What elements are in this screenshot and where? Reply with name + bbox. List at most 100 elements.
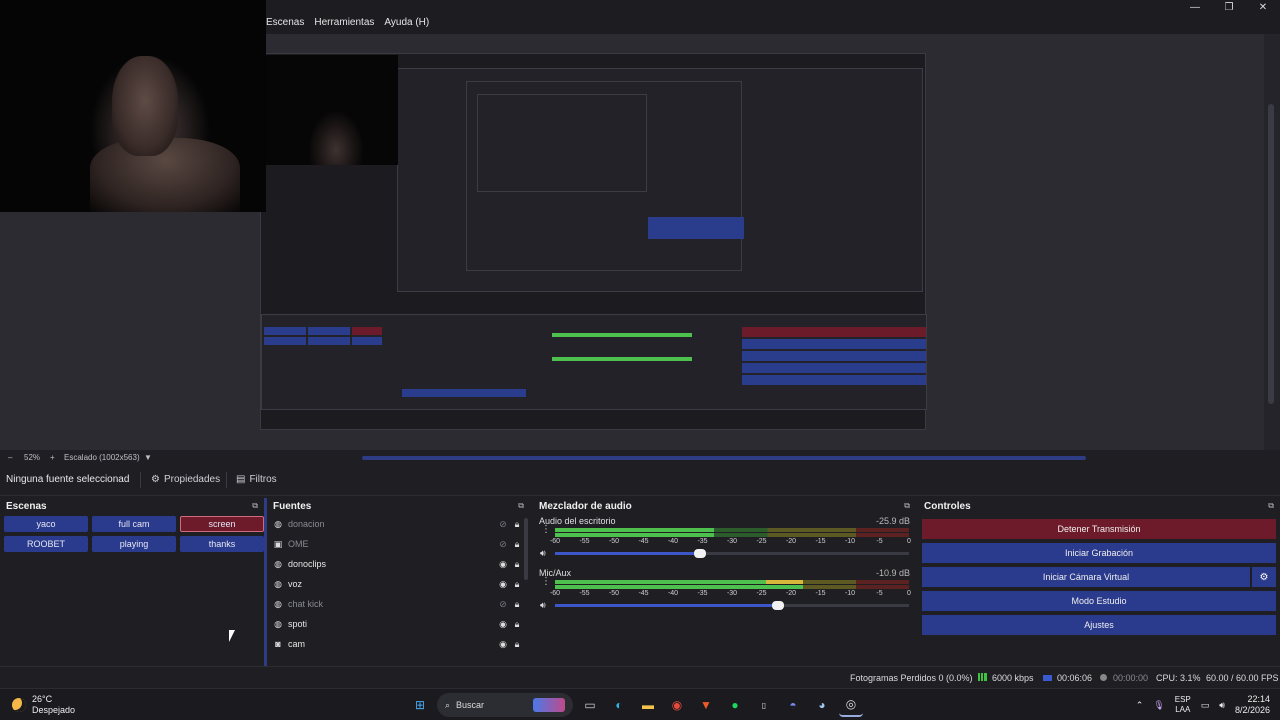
volume-icon[interactable]: 🔊︎ [1219,700,1225,711]
lock-icon[interactable]: 🔒︎ [510,539,524,550]
speaker-icon[interactable]: 🔊︎ [540,600,546,611]
sources-dock: Fuentes ⧉ ◍ donacion ⊘ 🔒︎ ▣ OME ⊘ 🔒︎ ◍ d… [267,498,530,666]
scrollbar-thumb[interactable] [1268,104,1274,404]
eye-hidden-icon[interactable]: ⊘ [496,539,510,550]
source-row[interactable]: ◍ spoti ◉ 🔒︎ [267,614,530,634]
source-row[interactable]: ◍ donoclips ◉ 🔒︎ [267,554,530,574]
lock-icon[interactable]: 🔒︎ [510,559,524,570]
edge-icon[interactable]: ◐ [607,693,631,717]
source-row[interactable]: ◍ chat kick ⊘ 🔒︎ [267,594,530,614]
steam-icon[interactable]: ◕ [810,693,834,717]
language-indicator[interactable]: ESP LAA [1175,695,1191,715]
preview-vertical-scrollbar[interactable] [1264,34,1280,450]
undock-icon[interactable]: ⧉ [518,501,524,511]
zoom-in-button[interactable]: + [50,453,55,462]
preview-horizontal-scrollbar[interactable] [362,456,1086,460]
start-virtual-cam-button[interactable]: Iniciar Cámara Virtual [922,567,1250,587]
taskbar-search[interactable]: ⌕ Buscar [437,693,573,717]
window-controls: — ❐ ✕ [1178,0,1280,14]
start-recording-button[interactable]: Iniciar Grabación [922,543,1276,563]
eye-hidden-icon[interactable]: ⊘ [496,599,510,610]
fps: 60.00 / 60.00 FPS [1206,673,1279,683]
properties-bar: Ninguna fuente seleccionad ⚙ Propiedades… [0,466,1280,496]
menu-escenas[interactable]: Escenas [266,17,304,28]
microphone-icon[interactable]: 🎙︎ [1153,700,1164,711]
source-row[interactable]: ◍ voz ◉ 🔒︎ [267,574,530,594]
scene-screen[interactable]: screen [180,516,264,532]
scene-thanks[interactable]: thanks [180,536,264,552]
undock-icon[interactable]: ⧉ [904,501,910,511]
close-icon[interactable]: ✕ [1246,0,1280,14]
eye-icon[interactable]: ◉ [496,639,510,650]
lock-icon[interactable]: 🔒︎ [510,579,524,590]
epic-games-icon[interactable]: ▯ [752,693,776,717]
bitrate: 6000 kbps [992,673,1034,683]
monitor-icon[interactable]: ▭ [1201,700,1210,711]
task-view-icon[interactable]: ▭ [578,693,602,717]
source-row[interactable]: ◙ cam ◉ 🔒︎ [267,634,530,654]
controls-dock: Controles ⧉ Detener Transmisión Iniciar … [918,498,1280,666]
camera-icon: ◙ [275,639,281,649]
lock-icon[interactable]: 🔒︎ [510,519,524,530]
eye-icon[interactable]: ◉ [496,579,510,590]
virtual-cam-settings-button[interactable]: ⚙ [1252,567,1276,587]
filters-label: Filtros [249,474,277,485]
maximize-icon[interactable]: ❐ [1212,0,1246,14]
lock-icon[interactable]: 🔒︎ [510,639,524,650]
scene-roobet[interactable]: ROOBET [4,536,88,552]
chrome-icon[interactable]: ◉ [665,693,689,717]
source-row[interactable]: ◍ donacion ⊘ 🔒︎ [267,514,530,534]
divider [140,472,141,488]
windows-start-icon[interactable]: ⊞ [408,693,432,717]
weather-widget[interactable]: 26°C Despejado [12,694,75,716]
chevron-up-icon[interactable]: ⌃ [1136,700,1144,711]
volume-slider[interactable] [555,601,909,610]
undock-icon[interactable]: ⧉ [252,501,258,511]
filters-button[interactable]: ▤ Filtros [236,474,277,485]
clock[interactable]: 22:14 8/2/2026 [1235,694,1270,716]
volume-slider[interactable] [555,549,909,558]
audio-meter [555,580,909,584]
lock-icon[interactable]: 🔒︎ [510,599,524,610]
chevron-down-icon[interactable]: ▼ [144,453,152,462]
scale-tick-label: 0 [907,538,911,545]
lock-icon[interactable]: 🔒︎ [510,619,524,630]
scenes-dock: Escenas ⧉ yaco full cam screen ROOBET pl… [0,498,264,666]
nested-meter-mic [552,357,692,361]
scale-tick-label: -40 [667,590,679,597]
meter-scale: -60 -55 -50 -45 -40 -35 -30 -25 -20 -15 -10 -5 0 [550,538,911,548]
settings-button[interactable]: Ajustes [922,615,1276,635]
speaker-icon[interactable]: 🔊︎ [540,548,546,559]
track-db: -10.9 dB [875,568,910,578]
file-explorer-icon[interactable]: ▬ [636,693,660,717]
scene-full-cam[interactable]: full cam [92,516,176,532]
webcam-overlay [0,0,266,212]
menu-ayuda[interactable]: Ayuda (H) [384,17,429,28]
studio-mode-button[interactable]: Modo Estudio [922,591,1276,611]
properties-button[interactable]: ⚙ Propiedades [151,474,220,485]
sources-scrollbar[interactable] [524,518,528,580]
zoom-bar: – 52% + Escalado (1002x563) ▼ [0,450,1280,466]
zoom-scale-label[interactable]: Escalado (1002x563) [64,453,140,462]
track-menu-icon[interactable]: ⋮ [541,577,551,587]
menu-herramientas[interactable]: Herramientas [314,17,374,28]
spotify-icon[interactable]: ● [723,693,747,717]
obs-icon[interactable]: ◎ [839,693,863,717]
undock-icon[interactable]: ⧉ [1268,501,1274,511]
scene-playing[interactable]: playing [92,536,176,552]
eye-icon[interactable]: ◉ [496,619,510,630]
eye-hidden-icon[interactable]: ⊘ [496,519,510,530]
track-menu-icon[interactable]: ⋮ [541,525,551,535]
scale-tick-label: -20 [785,538,797,545]
nested-scene-roobet [264,337,306,345]
discord-icon[interactable]: ◓ [781,693,805,717]
stop-stream-button[interactable]: Detener Transmisión [922,519,1276,539]
zoom-out-button[interactable]: – [8,453,12,462]
source-row[interactable]: ▣ OME ⊘ 🔒︎ [267,534,530,554]
globe-icon: ◍ [274,558,282,569]
gear-icon: ⚙ [151,474,160,485]
eye-icon[interactable]: ◉ [496,559,510,570]
minimize-icon[interactable]: — [1178,0,1212,14]
brave-icon[interactable]: ▼ [694,693,718,717]
scene-yaco[interactable]: yaco [4,516,88,532]
